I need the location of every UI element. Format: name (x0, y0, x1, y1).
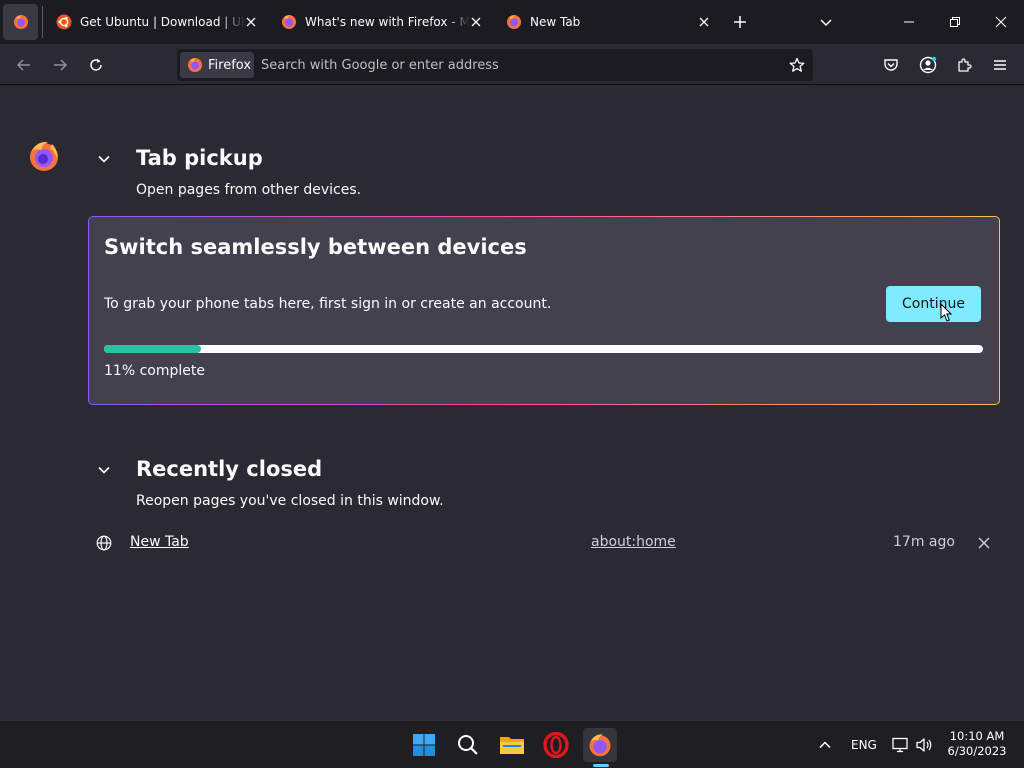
tab-pickup-heading: Tab pickup (136, 146, 263, 170)
tab-close-icon[interactable] (243, 14, 259, 30)
opera-icon (543, 732, 569, 758)
setup-progress-bar (104, 345, 983, 353)
firefox-icon (282, 15, 296, 29)
system-clock[interactable]: 10:10 AM 6/30/2023 (940, 729, 1014, 759)
pocket-button[interactable] (878, 52, 904, 78)
ubuntu-icon (56, 14, 72, 30)
arrow-left-icon (16, 59, 30, 71)
new-tab-button[interactable] (728, 10, 752, 34)
tab-strip: Get Ubuntu | Download | Ubuntu What's ne… (0, 0, 1024, 44)
tab-title: New Tab (530, 15, 581, 29)
restore-icon (950, 17, 960, 27)
firefox-logo-icon (30, 141, 58, 171)
tab-close-icon[interactable] (468, 14, 484, 30)
tab-separator (42, 6, 43, 38)
recently-closed-item[interactable]: New Tab about:home 17m ago (88, 531, 1000, 557)
tab-get-ubuntu[interactable]: Get Ubuntu | Download | Ubuntu (48, 4, 263, 40)
star-icon (789, 57, 805, 72)
setup-card-title: Switch seamlessly between devices (104, 235, 527, 259)
show-hidden-icons-button[interactable] (808, 728, 842, 762)
arrow-right-icon (54, 59, 68, 71)
tab-title: Get Ubuntu | Download | Ubuntu (80, 15, 245, 29)
start-button[interactable] (407, 728, 441, 762)
address-bar[interactable]: Firefox (177, 49, 813, 81)
clock-time: 10:10 AM (949, 729, 1005, 743)
minimize-button[interactable] (886, 0, 932, 44)
identity-label: Firefox (208, 57, 252, 73)
language-indicator[interactable]: ENG (851, 738, 877, 752)
back-button[interactable] (10, 52, 38, 78)
bookmark-star-button[interactable] (787, 55, 807, 75)
recently-closed-item-title[interactable]: New Tab (130, 534, 189, 550)
plus-icon (734, 16, 746, 28)
recently-closed-heading: Recently closed (136, 457, 323, 481)
list-all-tabs-button[interactable] (814, 10, 838, 34)
tab-pickup-subtitle: Open pages from other devices. (136, 182, 362, 198)
identity-box[interactable]: Firefox (180, 52, 254, 78)
puzzle-icon (958, 58, 972, 72)
windows-logo-icon (413, 734, 435, 756)
clock-date: 6/30/2023 (947, 744, 1007, 758)
reload-icon (90, 58, 102, 71)
recently-closed-subtitle: Reopen pages you've closed in this windo… (136, 493, 444, 509)
minimize-icon (904, 21, 914, 23)
tab-close-icon[interactable] (696, 14, 712, 30)
tab-new-tab[interactable]: New Tab (498, 4, 716, 40)
setup-progress-fill (104, 345, 201, 353)
firefox-icon (188, 58, 202, 72)
firefox-taskbar-button[interactable] (583, 728, 617, 762)
firefox-view-page: Tab pickup Open pages from other devices… (0, 85, 1024, 720)
close-window-button[interactable] (978, 0, 1024, 44)
app-menu-button[interactable] (987, 52, 1013, 78)
tab-title: What's new with Firefox - More (305, 15, 470, 29)
chevron-down-icon (98, 155, 110, 163)
opera-browser-button[interactable] (539, 728, 573, 762)
chevron-down-icon (820, 19, 832, 27)
navigation-toolbar: Firefox (0, 44, 1024, 85)
recently-closed-item-url[interactable]: about:home (591, 534, 676, 550)
pocket-icon (884, 59, 898, 71)
restore-button[interactable] (932, 0, 978, 44)
search-button[interactable] (451, 728, 485, 762)
globe-icon (96, 535, 112, 551)
search-icon (458, 735, 478, 755)
setup-progress-label: 11% complete (104, 363, 205, 379)
setup-card-text: To grab your phone tabs here, first sign… (104, 296, 552, 312)
url-input[interactable] (261, 55, 761, 75)
forward-button[interactable] (46, 52, 74, 78)
volume-button[interactable] (907, 728, 941, 762)
hamburger-menu-icon (994, 60, 1006, 70)
recently-closed-item-time: 17m ago (893, 534, 955, 550)
speaker-icon (916, 738, 932, 752)
file-explorer-button[interactable] (495, 728, 529, 762)
extensions-button[interactable] (951, 52, 977, 78)
windows-taskbar: ENG 10:10 AM 6/30/2023 (0, 720, 1024, 768)
account-icon (919, 56, 937, 74)
chevron-up-icon (819, 741, 831, 749)
firefox-icon (13, 15, 28, 29)
continue-button[interactable]: Continue (886, 286, 981, 322)
tab-pickup-collapse-toggle[interactable] (96, 151, 112, 167)
close-icon (995, 16, 1007, 28)
firefox-icon (589, 734, 611, 757)
tab-whats-new-firefox[interactable]: What's new with Firefox - More (273, 4, 488, 40)
reload-button[interactable] (82, 52, 110, 78)
active-app-indicator (593, 764, 609, 767)
recently-closed-collapse-toggle[interactable] (96, 462, 112, 478)
account-button[interactable] (915, 52, 941, 78)
mouse-cursor-icon (940, 303, 952, 322)
firefox-icon (507, 15, 521, 29)
chevron-down-icon (98, 466, 110, 474)
folder-icon (500, 737, 524, 754)
setup-card: Switch seamlessly between devices To gra… (88, 216, 1000, 405)
dismiss-item-close-icon[interactable] (975, 534, 993, 552)
firefox-view-button[interactable] (3, 4, 38, 40)
